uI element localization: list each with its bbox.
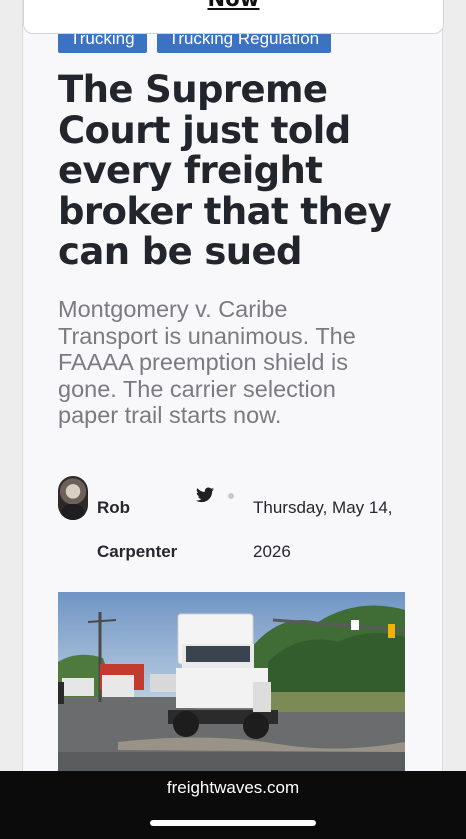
top-banner-card[interactable]: Now (23, 0, 444, 34)
byline-separator-dot (228, 493, 234, 499)
article-hero-photo[interactable] (58, 592, 405, 782)
author-avatar[interactable] (58, 476, 88, 520)
home-indicator[interactable] (150, 820, 316, 826)
publish-date: Thursday, May 14, 2026 (253, 498, 393, 561)
browser-domain-label[interactable]: freightwaves.com (0, 778, 466, 798)
article-dek: Montgomery v. Caribe Transport is unanim… (58, 296, 356, 428)
article-headline: The Supreme Court just told every freigh… (58, 68, 392, 273)
byline: Rob Carpenter Thursday, May 14, 2026 (58, 476, 418, 561)
top-banner-link[interactable]: Now (207, 0, 259, 11)
browser-bottom-bar: freightwaves.com (0, 771, 466, 839)
twitter-icon[interactable] (196, 487, 214, 503)
truck-accident-photo (58, 592, 405, 782)
author-name[interactable]: Rob Carpenter (97, 486, 197, 574)
